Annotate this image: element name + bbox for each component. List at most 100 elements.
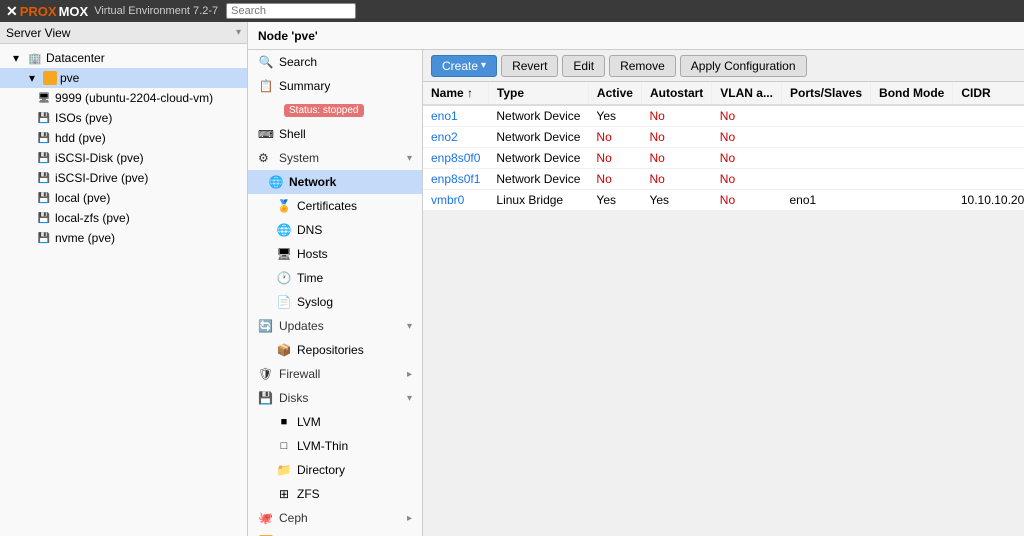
system-nav-icon: ⚙ — [258, 151, 274, 165]
remove-button[interactable]: Remove — [609, 55, 676, 77]
table-cell — [953, 169, 1024, 190]
table-cell — [781, 127, 870, 148]
table-cell — [871, 169, 953, 190]
table-row[interactable]: vmbr0Linux BridgeYesYesNoeno110.10.10.20… — [423, 190, 1024, 211]
network-table: Name ↑ Type Active Autostart VLAN a... P… — [423, 82, 1024, 536]
table-cell[interactable]: enp8s0f1 — [423, 169, 488, 190]
logo-prox: PROX — [20, 4, 57, 19]
table-cell: Yes — [641, 190, 711, 211]
time-nav-icon: 🕐 — [276, 271, 292, 285]
col-name[interactable]: Name ↑ — [423, 82, 488, 105]
node-icon — [43, 71, 57, 85]
table-cell: No — [712, 190, 782, 211]
apply-config-button[interactable]: Apply Configuration — [680, 55, 807, 77]
create-button[interactable]: Create — [431, 55, 497, 77]
nav-item-hosts[interactable]: 🖥 Hosts — [248, 242, 422, 266]
table-cell: No — [588, 148, 641, 169]
tree-item-datacenter[interactable]: ▾ Datacenter — [0, 48, 247, 68]
nav-label-summary: Summary — [279, 79, 330, 93]
ceph-arrow-icon: ▸ — [407, 513, 412, 524]
nav-item-search[interactable]: 🔍 Search — [248, 50, 422, 74]
nav-label-search: Search — [279, 55, 317, 69]
nav-section-updates[interactable]: 🔄 Updates ▾ — [248, 314, 422, 338]
search-input[interactable] — [226, 3, 356, 19]
nav-item-dns[interactable]: 🌐 DNS — [248, 218, 422, 242]
nav-section-disks[interactable]: 💾 Disks ▾ — [248, 386, 422, 410]
nav-item-network[interactable]: 🌐 Network — [248, 170, 422, 194]
table-cell[interactable]: vmbr0 — [423, 190, 488, 211]
table-row[interactable]: eno2Network DeviceNoNoNo — [423, 127, 1024, 148]
tree-item-hdd[interactable]: 💾 hdd (pve) — [0, 128, 247, 148]
col-cidr[interactable]: CIDR — [953, 82, 1024, 105]
table-cell[interactable]: eno2 — [423, 127, 488, 148]
nav-item-repositories[interactable]: 📦 Repositories — [248, 338, 422, 362]
tree-label-local-zfs: local-zfs (pve) — [55, 211, 130, 225]
toolbar: Create Revert Edit Remove Apply Configur… — [423, 50, 1024, 82]
nav-item-time[interactable]: 🕐 Time — [248, 266, 422, 290]
nav-item-zfs[interactable]: ⊞ ZFS — [248, 482, 422, 506]
nav-item-certificates[interactable]: 🏅 Certificates — [248, 194, 422, 218]
tree-label-isos: ISOs (pve) — [55, 111, 112, 125]
certificates-nav-icon: 🏅 — [276, 199, 292, 213]
nav-item-lvm[interactable]: ■ LVM — [248, 410, 422, 434]
nav-section-system[interactable]: ⚙ System ▾ — [248, 146, 422, 170]
table-row[interactable]: eno1Network DeviceYesNoNo — [423, 105, 1024, 127]
table-cell — [871, 105, 953, 127]
revert-button[interactable]: Revert — [501, 55, 558, 77]
table-cell: Network Device — [488, 148, 588, 169]
nav-item-syslog[interactable]: 📄 Syslog — [248, 290, 422, 314]
server-view-label: Server View — [6, 26, 70, 40]
tree-item-isos[interactable]: 💾 ISOs (pve) — [0, 108, 247, 128]
nav-item-lvm-thin[interactable]: □ LVM-Thin — [248, 434, 422, 458]
server-view-arrow: ▾ — [236, 27, 241, 38]
tree-item-local[interactable]: 💾 local (pve) — [0, 188, 247, 208]
topbar: ✕ PROX MOX Virtual Environment 7.2-7 — [0, 0, 1024, 22]
main-layout: Server View ▾ ▾ Datacenter ▾ pve 🖥 9999 … — [0, 22, 1024, 536]
table-row[interactable]: enp8s0f0Network DeviceNoNoNo — [423, 148, 1024, 169]
tree-item-local-zfs[interactable]: 💾 local-zfs (pve) — [0, 208, 247, 228]
table-area: Create Revert Edit Remove Apply Configur… — [423, 50, 1024, 536]
status-badge: Status: stopped — [284, 104, 364, 117]
col-autostart[interactable]: Autostart — [641, 82, 711, 105]
table-cell: No — [712, 127, 782, 148]
tree-item-iscsi-disk[interactable]: 💾 iSCSI-Disk (pve) — [0, 148, 247, 168]
updates-arrow-icon: ▾ — [407, 321, 412, 332]
logo: ✕ PROX MOX Virtual Environment 7.2-7 — [6, 3, 218, 20]
nav-panel: 🔍 Search 📋 Summary Status: stopped ⌨ She… — [248, 50, 423, 536]
nav-label-firewall: Firewall — [279, 367, 320, 381]
col-active[interactable]: Active — [588, 82, 641, 105]
table-body: eno1Network DeviceYesNoNoeno2Network Dev… — [423, 105, 1024, 211]
nav-label-system: System — [279, 151, 319, 165]
nav-item-replication[interactable]: 🔁 Replication — [248, 530, 422, 536]
table-header-row: Name ↑ Type Active Autostart VLAN a... P… — [423, 82, 1024, 105]
nav-section-firewall[interactable]: 🛡 Firewall ▸ — [248, 362, 422, 386]
tree-item-nvme[interactable]: 💾 nvme (pve) — [0, 228, 247, 248]
table-cell: Linux Bridge — [488, 190, 588, 211]
nav-item-summary[interactable]: 📋 Summary — [248, 74, 422, 98]
table-cell[interactable]: eno1 — [423, 105, 488, 127]
shell-nav-icon: ⌨ — [258, 128, 274, 141]
table-cell: No — [712, 105, 782, 127]
nav-label-syslog: Syslog — [297, 295, 333, 309]
col-type[interactable]: Type — [488, 82, 588, 105]
table-row[interactable]: enp8s0f1Network DeviceNoNoNo — [423, 169, 1024, 190]
dns-nav-icon: 🌐 — [276, 223, 292, 237]
nav-item-shell[interactable]: ⌨ Shell — [248, 122, 422, 146]
col-vlan[interactable]: VLAN a... — [712, 82, 782, 105]
nav-section-ceph[interactable]: 🐙 Ceph ▸ — [248, 506, 422, 530]
col-bond-mode[interactable]: Bond Mode — [871, 82, 953, 105]
table-cell[interactable]: enp8s0f0 — [423, 148, 488, 169]
tree-label-vm9999: 9999 (ubuntu-2204-cloud-vm) — [55, 91, 213, 105]
nav-label-hosts: Hosts — [297, 247, 328, 261]
nav-item-directory[interactable]: 📁 Directory — [248, 458, 422, 482]
table-cell: Network Device — [488, 169, 588, 190]
col-ports[interactable]: Ports/Slaves — [781, 82, 870, 105]
tree-item-vm9999[interactable]: 🖥 9999 (ubuntu-2204-cloud-vm) — [0, 88, 247, 108]
table-cell: eno1 — [781, 190, 870, 211]
tree-item-iscsi-drive[interactable]: 💾 iSCSI-Drive (pve) — [0, 168, 247, 188]
table-cell: No — [641, 148, 711, 169]
nav-label-zfs: ZFS — [297, 487, 320, 501]
table-cell — [953, 148, 1024, 169]
tree-item-pve[interactable]: ▾ pve — [0, 68, 247, 88]
edit-button[interactable]: Edit — [562, 55, 605, 77]
